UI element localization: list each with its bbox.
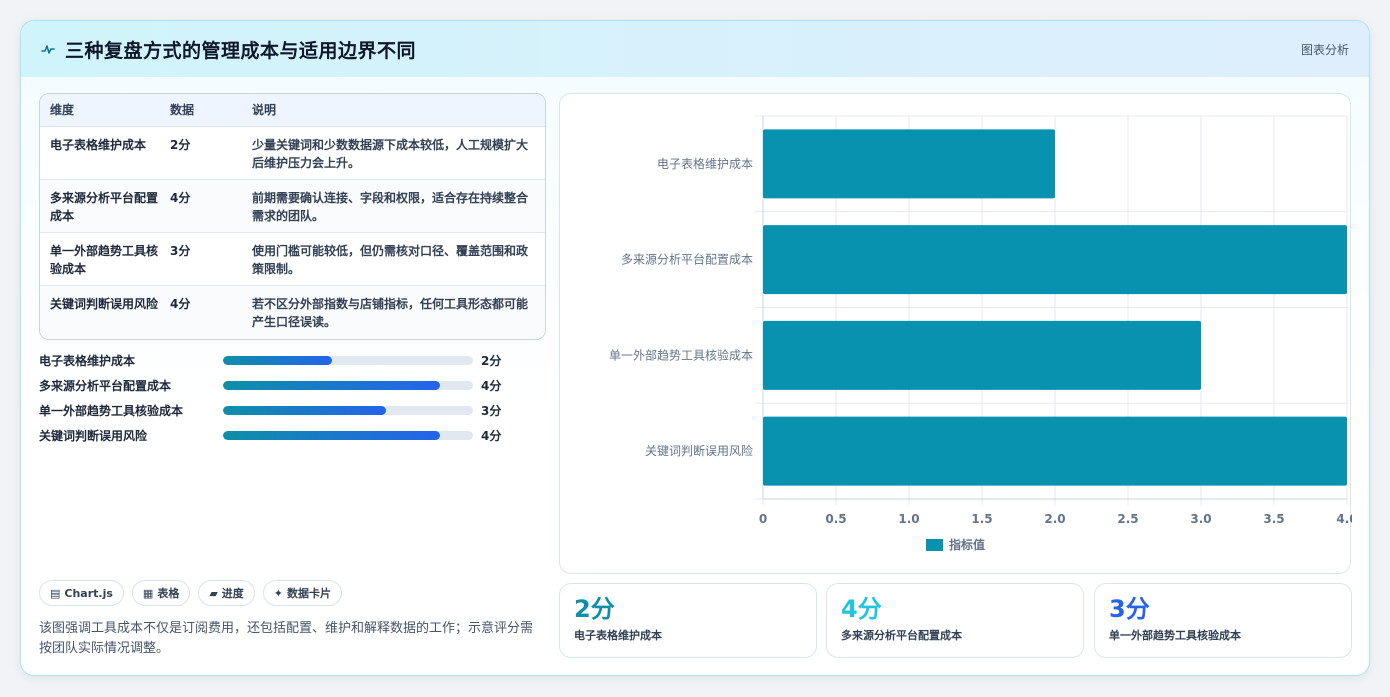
stat-label: 电子表格维护成本 — [574, 629, 662, 642]
stat-card: 3分 单一外部趋势工具核验成本 — [1094, 583, 1352, 658]
table-row: 多来源分析平台配置成本 4分 前期需要确认连接、字段和权限，适合存在持续整合需求… — [40, 180, 545, 233]
y-category-label: 单一外部趋势工具核验成本 — [609, 347, 753, 362]
sparkle-icon: ✦ — [273, 586, 284, 600]
bar — [763, 129, 1055, 199]
progress-value: 4分 — [481, 379, 502, 393]
progress-label: 关键词判断误用风险 — [39, 429, 148, 443]
chip-label: Chart.js — [64, 586, 113, 600]
progress-label: 多来源分析平台配置成本 — [39, 379, 172, 393]
progress-label: 单一外部趋势工具核验成本 — [39, 404, 184, 418]
row-description: 前期需要确认连接、字段和权限，适合存在持续整合需求的团队。 — [252, 191, 529, 223]
stat-value: 3分 — [1109, 595, 1150, 623]
progress-list: 电子表格维护成本 2分 多来源分析平台配置成本 4分 单一外部趋势工具核验成本 … — [39, 348, 509, 448]
row-value: 3分 — [170, 244, 191, 258]
progress-track — [223, 356, 473, 365]
progress-track — [223, 406, 473, 415]
progress-fill — [223, 381, 441, 390]
stat-label: 多来源分析平台配置成本 — [841, 629, 962, 642]
table-row: 单一外部趋势工具核验成本 3分 使用门槛可能较低，但仍需核对口径、覆盖范围和政策… — [40, 233, 545, 286]
row-dimension: 单一外部趋势工具核验成本 — [50, 244, 159, 276]
chart-icon: ▤ — [50, 586, 61, 600]
table-row: 关键词判断误用风险 4分 若不区分外部指数与店铺指标，任何工具形态都可能产生口径… — [40, 286, 545, 339]
chip-table[interactable]: ▦ 表格 — [131, 580, 191, 606]
x-tick-label: 1.0 — [898, 512, 919, 526]
progress-row: 关键词判断误用风险 4分 — [39, 423, 509, 448]
progress-value: 4分 — [481, 429, 502, 443]
row-description: 若不区分外部指数与店铺指标，任何工具形态都可能产生口径误读。 — [252, 297, 529, 329]
bar — [763, 225, 1347, 295]
table-icon: ▦ — [142, 586, 154, 600]
table-header: 维度 数据 说明 — [40, 94, 545, 127]
bar — [763, 320, 1201, 390]
x-tick-label: 3.0 — [1190, 512, 1211, 526]
pulse-icon — [41, 42, 55, 56]
y-category-label: 电子表格维护成本 — [657, 156, 753, 171]
x-tick-label: 3.5 — [1263, 512, 1284, 526]
chip-label: 进度 — [221, 587, 244, 600]
header-tag: 图表分析 — [1300, 43, 1349, 57]
bar — [763, 416, 1347, 486]
progress-row: 多来源分析平台配置成本 4分 — [39, 373, 509, 398]
table-row: 电子表格维护成本 2分 少量关键词和少数数据源下成本较低，人工规模扩大后维护压力… — [40, 127, 545, 180]
x-tick-label: 0 — [759, 512, 767, 526]
x-tick-label: 2.5 — [1117, 512, 1138, 526]
progress-track — [223, 431, 473, 440]
tag-chips: ▤ Chart.js ▦ 表格 ▰ 进度 ✦ 数据卡片 — [39, 580, 343, 606]
column-header: 说明 — [252, 102, 277, 117]
report-card: 三种复盘方式的管理成本与适用边界不同 图表分析 维度 数据 说明 电子表格维护成… — [20, 20, 1370, 676]
progress-fill — [223, 431, 441, 440]
column-header: 数据 — [170, 102, 195, 117]
row-dimension: 关键词判断误用风险 — [50, 297, 159, 311]
x-tick-label: 0.5 — [825, 512, 846, 526]
row-dimension: 多来源分析平台配置成本 — [50, 191, 159, 223]
column-header: 维度 — [50, 102, 75, 117]
stat-value: 4分 — [841, 595, 882, 623]
chip-label: 表格 — [157, 587, 180, 600]
row-value: 4分 — [170, 297, 191, 311]
progress-value: 2分 — [481, 354, 502, 368]
row-dimension: 电子表格维护成本 — [50, 138, 147, 152]
progress-label: 电子表格维护成本 — [39, 354, 136, 368]
x-tick-label: 4.0 — [1336, 512, 1352, 526]
chip-chartjs[interactable]: ▤ Chart.js — [39, 580, 124, 606]
row-description: 使用门槛可能较低，但仍需核对口径、覆盖范围和政策限制。 — [252, 244, 529, 276]
progress-fill — [223, 356, 332, 365]
y-category-label: 多来源分析平台配置成本 — [621, 252, 753, 267]
chip-data-card[interactable]: ✦ 数据卡片 — [262, 580, 343, 606]
stat-card: 2分 电子表格维护成本 — [559, 583, 817, 658]
legend-swatch — [926, 539, 943, 551]
chip-label: 数据卡片 — [287, 587, 332, 600]
progress-fill — [223, 406, 387, 415]
bar-chart: 0 0.5 1.0 1.5 2.0 2.5 3.0 3.5 4.0 电子表格维护成本多来源分析平台… — [609, 115, 1352, 552]
row-value: 2分 — [170, 138, 191, 152]
row-description: 少量关键词和少数数据源下成本较低，人工规模扩大后维护压力会上升。 — [252, 138, 529, 170]
x-tick-label: 1.5 — [971, 512, 992, 526]
progress-icon: ▰ — [209, 586, 218, 600]
progress-value: 3分 — [481, 404, 502, 418]
progress-row: 电子表格维护成本 2分 — [39, 348, 509, 373]
bar-chart-panel: 0 0.5 1.0 1.5 2.0 2.5 3.0 3.5 4.0 电子表格维护成本多来源分析平台… — [559, 93, 1352, 574]
progress-track — [223, 381, 473, 390]
data-table: 维度 数据 说明 电子表格维护成本 2分 少量关键词和少数数据源下成本较低，人工… — [39, 93, 546, 340]
page-title: 三种复盘方式的管理成本与适用边界不同 — [65, 39, 417, 62]
card-header: 三种复盘方式的管理成本与适用边界不同 图表分析 — [21, 21, 1369, 77]
stat-label: 单一外部趋势工具核验成本 — [1109, 629, 1241, 642]
y-category-label: 关键词判断误用风险 — [645, 443, 753, 458]
row-value: 4分 — [170, 191, 191, 205]
chip-progress[interactable]: ▰ 进度 — [198, 580, 255, 606]
legend-label: 指标值 — [949, 537, 985, 552]
stat-value: 2分 — [574, 595, 615, 623]
progress-row: 单一外部趋势工具核验成本 3分 — [39, 398, 509, 423]
stat-card: 4分 多来源分析平台配置成本 — [826, 583, 1084, 658]
chart-note: 该图强调工具成本不仅是订阅费用，还包括配置、维护和解释数据的工作；示意评分需按团… — [39, 621, 534, 656]
x-tick-label: 2.0 — [1044, 512, 1065, 526]
